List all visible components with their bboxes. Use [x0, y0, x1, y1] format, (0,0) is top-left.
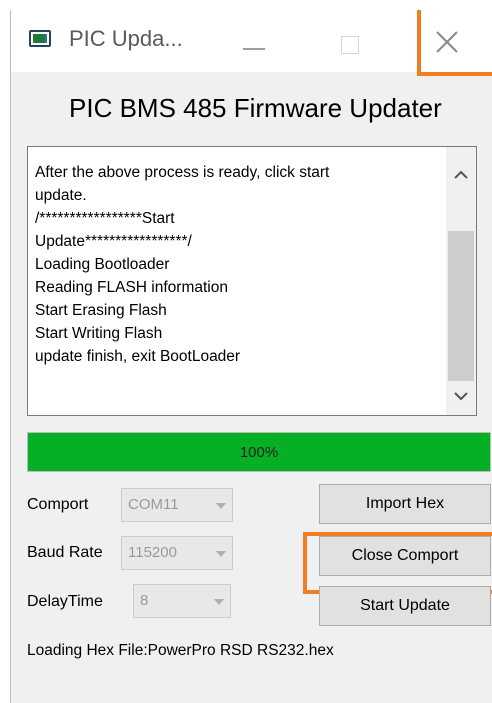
- delay-time-select[interactable]: 8: [133, 584, 231, 618]
- comport-select[interactable]: COM11: [121, 488, 233, 522]
- log-line: Reading FLASH information: [35, 279, 228, 296]
- close-button-highlight: [417, 10, 492, 76]
- minimize-icon[interactable]: [243, 48, 265, 50]
- log-scrollbar[interactable]: [446, 147, 476, 415]
- log-line: Update*****************/: [35, 233, 192, 250]
- close-comport-highlight: [303, 532, 492, 594]
- delay-time-value: 8: [140, 592, 149, 609]
- log-line: Start Writing Flash: [35, 325, 163, 342]
- log-line: Loading Bootloader: [35, 256, 170, 273]
- baud-rate-label: Baud Rate: [27, 544, 103, 561]
- progress-bar: 100%: [27, 432, 491, 472]
- chevron-down-icon: [216, 503, 226, 509]
- delay-time-label: DelayTime: [27, 593, 103, 610]
- comport-label: Comport: [27, 496, 89, 513]
- chevron-down-icon[interactable]: [446, 385, 476, 407]
- import-hex-button[interactable]: Import Hex: [319, 484, 491, 524]
- chevron-up-icon[interactable]: [446, 163, 476, 185]
- log-line: /*****************Start: [35, 210, 175, 227]
- start-update-button[interactable]: Start Update: [319, 586, 491, 626]
- chevron-down-icon: [216, 551, 226, 557]
- log-text: After the above process is ready, click …: [35, 161, 435, 368]
- log-line: Start Erasing Flash: [35, 302, 167, 319]
- chevron-down-icon: [214, 599, 224, 605]
- window-title: PIC Upda...: [69, 26, 183, 51]
- progress-label: 100%: [239, 443, 279, 461]
- comport-value: COM11: [128, 496, 179, 513]
- scrollbar-thumb[interactable]: [448, 231, 474, 381]
- log-line: After the above process is ready, click …: [35, 164, 330, 181]
- app-window-icon: [29, 30, 51, 47]
- app-window: PIC Upda... PIC BMS 485 Firmware Updater…: [10, 10, 492, 703]
- log-line: update finish, exit BootLoader: [35, 348, 241, 365]
- baud-rate-value: 115200: [128, 544, 177, 561]
- log-line: update.: [35, 187, 87, 204]
- maximize-icon[interactable]: [341, 36, 359, 54]
- log-output[interactable]: After the above process is ready, click …: [27, 146, 477, 416]
- page-title: PIC BMS 485 Firmware Updater: [69, 93, 442, 123]
- status-text: Loading Hex File:PowerPro RSD RS232.hex: [27, 642, 334, 659]
- baud-rate-select[interactable]: 115200: [121, 536, 233, 570]
